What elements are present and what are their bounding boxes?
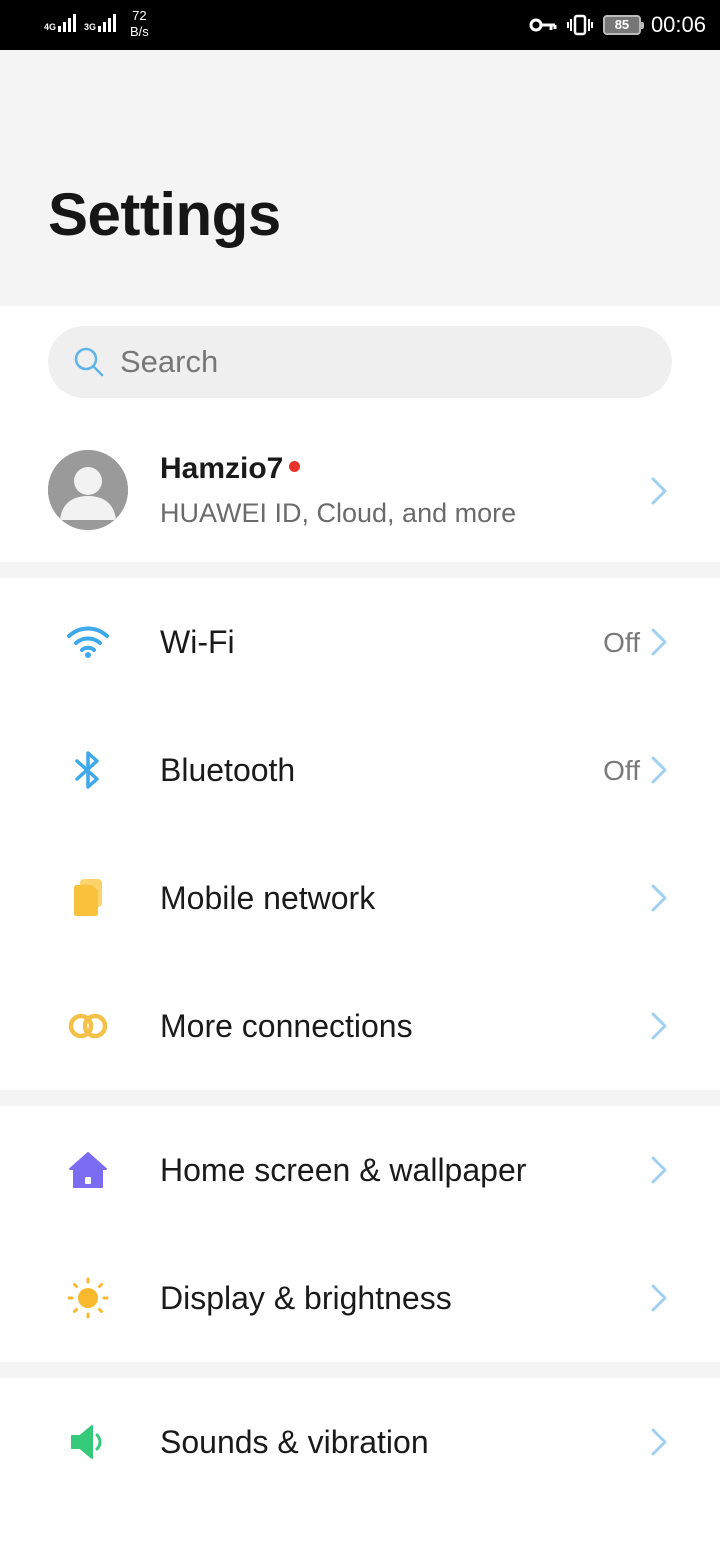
section-divider <box>0 562 720 578</box>
settings-item-sounds[interactable]: Sounds & vibration <box>0 1378 720 1506</box>
chevron-right-icon <box>651 477 667 505</box>
chevron-right-icon <box>651 628 667 656</box>
account-name: Hamzio7 <box>160 452 301 486</box>
sim1-signal-icon: 4G <box>44 12 77 32</box>
settings-item-label: More connections <box>160 1008 413 1044</box>
avatar <box>48 450 128 530</box>
chevron-right-icon <box>651 1428 667 1456</box>
battery-level: 85 <box>614 17 630 32</box>
settings-item-label: Display & brightness <box>160 1280 452 1316</box>
network-speed-value: 72 <box>132 8 147 23</box>
home-icon <box>69 1152 107 1188</box>
chevron-right-icon <box>651 1012 667 1040</box>
chevron-right-icon <box>651 1156 667 1184</box>
settings-item-more-connections[interactable]: More connections <box>0 962 720 1090</box>
settings-item-value: Off <box>603 755 640 786</box>
account-row[interactable]: Hamzio7 HUAWEI ID, Cloud, and more <box>0 418 720 562</box>
sim1-network-type: 4G <box>44 22 57 32</box>
speaker-icon <box>71 1425 102 1459</box>
section-divider <box>0 1362 720 1378</box>
sun-icon <box>67 1277 109 1319</box>
bluetooth-icon <box>75 751 99 789</box>
settings-item-label: Mobile network <box>160 880 376 916</box>
settings-item-label: Sounds & vibration <box>160 1424 429 1460</box>
network-speed: 72 B/s <box>130 8 149 40</box>
clock: 00:06 <box>650 12 706 37</box>
settings-item-bluetooth[interactable]: Bluetooth Off <box>0 706 720 834</box>
settings-item-value: Off <box>603 627 640 658</box>
more-connections-icon <box>68 1013 108 1039</box>
section-divider <box>0 1090 720 1106</box>
page-title: Settings <box>48 181 281 248</box>
chevron-right-icon <box>651 756 667 784</box>
settings-item-label: Wi-Fi <box>160 624 235 660</box>
settings-item-wifi[interactable]: Wi-Fi Off <box>0 578 720 706</box>
settings-header: Settings <box>0 50 720 306</box>
mobile-network-icon <box>74 879 102 916</box>
sim2-signal-icon: 3G <box>84 12 117 32</box>
network-speed-unit: B/s <box>130 24 149 39</box>
settings-item-label: Bluetooth <box>160 752 296 788</box>
account-subtitle: HUAWEI ID, Cloud, and more <box>160 498 517 528</box>
search-input[interactable] <box>120 344 640 380</box>
settings-item-home-screen[interactable]: Home screen & wallpaper <box>0 1106 720 1234</box>
settings-item-label: Home screen & wallpaper <box>160 1152 527 1188</box>
notification-dot <box>289 461 301 472</box>
user-avatar-icon <box>48 450 128 530</box>
settings-item-mobile-network[interactable]: Mobile network <box>0 834 720 962</box>
key-icon <box>529 18 557 32</box>
status-bar: 4G 3G 72 B/s 85 00:06 <box>0 0 720 50</box>
search-bar[interactable] <box>48 326 672 398</box>
battery-icon: 85 <box>602 15 644 35</box>
sim2-network-type: 3G <box>84 22 97 32</box>
settings-item-display[interactable]: Display & brightness <box>0 1234 720 1362</box>
wifi-icon <box>67 626 109 658</box>
chevron-right-icon <box>651 884 667 912</box>
account-name-text: Hamzio7 <box>160 452 284 485</box>
search-icon <box>74 347 104 377</box>
vibrate-icon <box>566 14 593 36</box>
chevron-right-icon <box>651 1284 667 1312</box>
